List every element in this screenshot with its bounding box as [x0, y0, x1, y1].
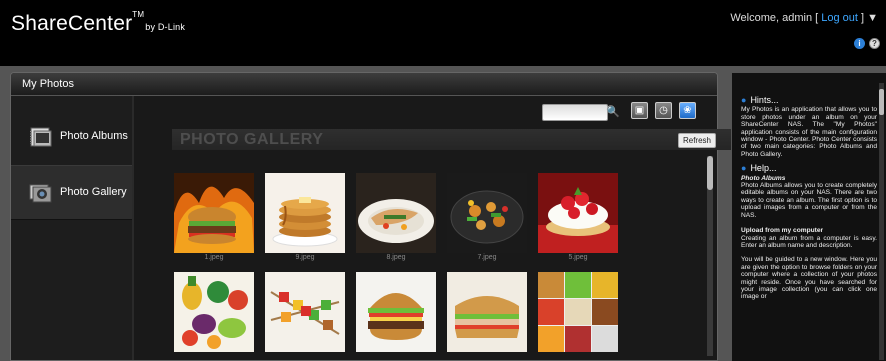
guide-text: You will be guided to a new window. Here… [741, 256, 877, 301]
sharecenter-logo: ShareCenterTMby D-Link [11, 10, 186, 36]
stirfry-photo [447, 173, 527, 253]
my-photos-window: My Photos Photo Albums Photo Gallery 🔍 ▣ [10, 72, 735, 361]
header-icons: i ? [854, 38, 880, 49]
kebabs-photo [265, 272, 345, 352]
help-subtitle: Photo Albums [741, 174, 786, 182]
sidebar-scrollbar[interactable] [879, 83, 884, 360]
nav-photo-albums-label: Photo Albums [60, 130, 128, 142]
photo-gallery-icon [29, 184, 52, 203]
bullet-icon: ● [741, 163, 747, 174]
brand-trademark: TM [132, 10, 145, 19]
photo-caption-4: 7.jpeg [477, 254, 497, 261]
photo-caption-1: 1.jpeg [204, 254, 224, 261]
info-icon[interactable]: i [854, 38, 865, 49]
photo-thumbnail-1[interactable] [174, 173, 254, 253]
left-navigation: Photo Albums Photo Gallery [11, 96, 132, 360]
help-content: ● Hints... My Photos is an application th… [741, 95, 877, 308]
top-header-bar: ShareCenterTMby D-Link Welcome, admin [ … [0, 0, 886, 66]
logout-link[interactable]: Log out [821, 12, 858, 24]
bullet-icon: ● [741, 95, 747, 105]
photo-thumbnail-10[interactable] [538, 272, 618, 352]
search-input[interactable] [542, 104, 608, 121]
hints-text: My Photos is an application that allows … [741, 106, 877, 158]
upload-title: Upload from my computer [741, 227, 824, 235]
burger-photo [174, 173, 254, 253]
photo-caption-2: 9.jpeg [295, 254, 315, 261]
photo-thumbnail-5[interactable] [538, 173, 618, 253]
refresh-button[interactable]: Refresh [678, 133, 716, 148]
help-title: Help... [750, 163, 777, 174]
pancakes-photo [265, 173, 345, 253]
timeline-button[interactable]: ◷ [655, 102, 672, 119]
upload-text: Creating an album from a computer is eas… [741, 234, 877, 249]
welcome-text: Welcome, admin [ [730, 12, 819, 24]
help-text: Photo Albums allows you to create comple… [741, 182, 877, 219]
gallery-content: 🔍 ▣ ◷ ❀ PHOTO GALLERY Refresh 1.jpeg 9.j… [134, 96, 735, 360]
hints-heading: ● Hints... [741, 95, 877, 105]
nav-photo-gallery-label: Photo Gallery [60, 186, 127, 198]
photo-thumbnail-4[interactable] [447, 173, 527, 253]
slideshow-button[interactable]: ▣ [631, 102, 648, 119]
gallery-view-button[interactable]: ❀ [679, 102, 696, 119]
user-menu-toggle[interactable]: ] ▼ [861, 12, 878, 24]
search-icon[interactable]: 🔍 [606, 104, 620, 121]
vegetables-photo [174, 272, 254, 352]
sandwich-photo [447, 272, 527, 352]
photo-thumbnail-9[interactable] [447, 272, 527, 352]
sidebar-scrollbar-thumb[interactable] [879, 89, 884, 115]
brand-by-dlink: by D-Link [145, 22, 186, 32]
gallery-scrollbar[interactable] [707, 156, 713, 356]
strawberry-tart-photo [538, 173, 618, 253]
photo-thumbnail-8[interactable] [356, 272, 436, 352]
photo-thumbnail-7[interactable] [265, 272, 345, 352]
nav-photo-albums[interactable]: Photo Albums [11, 110, 132, 165]
photo-caption-5: 5.jpeg [568, 254, 588, 261]
brand-name: ShareCenter [11, 12, 133, 35]
hamburger-photo [356, 272, 436, 352]
help-sidebar: ● Hints... My Photos is an application th… [731, 72, 886, 361]
help-heading: ● Help... [741, 163, 877, 174]
help-icon[interactable]: ? [869, 38, 880, 49]
fish-dish-photo [356, 173, 436, 253]
window-title: My Photos [11, 73, 717, 96]
hints-title: Hints... [750, 95, 779, 105]
photo-thumbnail-2[interactable] [265, 173, 345, 253]
photo-album-icon [30, 127, 52, 147]
gallery-scrollbar-thumb[interactable] [707, 156, 713, 190]
gallery-title: PHOTO GALLERY [172, 129, 735, 150]
nav-photo-gallery[interactable]: Photo Gallery [11, 165, 132, 220]
welcome-area: Welcome, admin [ Log out ] ▼ [730, 12, 878, 24]
photo-caption-3: 8.jpeg [386, 254, 406, 261]
photo-thumbnail-6[interactable] [174, 272, 254, 352]
photo-thumbnail-3[interactable] [356, 173, 436, 253]
food-collage-photo [538, 272, 618, 352]
